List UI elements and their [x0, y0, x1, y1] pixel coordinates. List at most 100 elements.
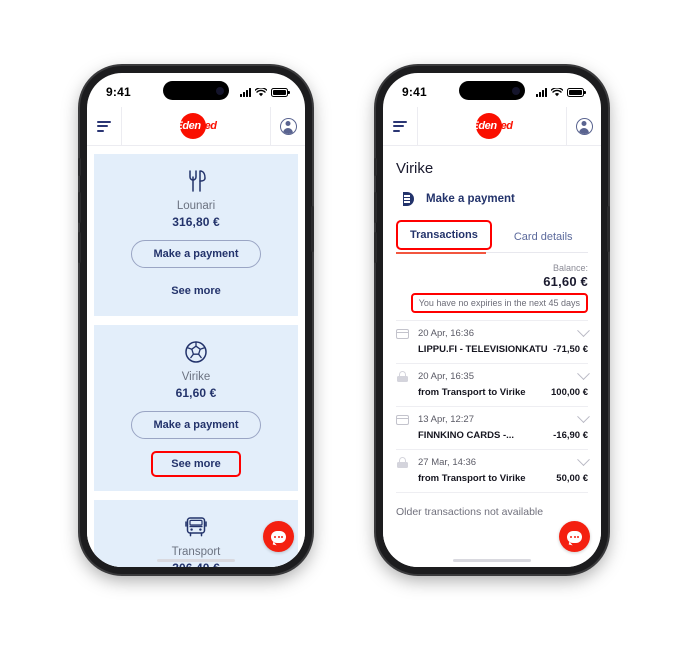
- brand-logo[interactable]: Edenred: [418, 107, 566, 145]
- power-button[interactable]: [311, 206, 314, 252]
- tab-card-details[interactable]: Card details: [502, 224, 585, 250]
- app-header: Edenred: [87, 107, 305, 146]
- volume-up-button[interactable]: [78, 192, 81, 223]
- transaction-amount: -71,50 €: [553, 344, 588, 355]
- dynamic-island: [459, 81, 525, 100]
- phone-screen-home: 9:41 Edenred Lounari 316,80 € Make a pay…: [87, 73, 305, 567]
- transaction-description: from Transport to Virike: [418, 473, 526, 484]
- wallet-card-amount: 316,80 €: [172, 215, 220, 229]
- home-indicator: [453, 558, 531, 562]
- cellular-bars-icon: [240, 87, 251, 97]
- user-avatar-icon: [575, 117, 593, 135]
- transaction-amount: 100,00 €: [551, 387, 588, 398]
- chevron-down-icon[interactable]: [577, 367, 590, 381]
- chat-support-button[interactable]: [559, 521, 590, 552]
- battery-icon: [271, 87, 290, 97]
- status-time: 9:41: [402, 85, 427, 99]
- status-time: 9:41: [106, 85, 131, 99]
- balance-block: Balance: 61,60 €: [396, 263, 588, 289]
- logo-text-white: Eden: [471, 119, 497, 132]
- logo-text-red: red: [200, 119, 217, 132]
- transaction-amount: -16,90 €: [553, 430, 588, 441]
- tab-underline: [396, 251, 588, 254]
- hamburger-menu-icon: [97, 120, 111, 132]
- front-camera-icon: [512, 86, 520, 95]
- chevron-down-icon[interactable]: [577, 453, 590, 467]
- transaction-date: 20 Apr, 16:35: [418, 371, 474, 382]
- phone-mockup-detail: 9:41 Edenred Virike Make a payment Trans…: [374, 66, 610, 574]
- wallet-card-amount: 61,60 €: [175, 386, 217, 400]
- wallet-card-name: Transport: [171, 546, 221, 558]
- transaction-amount: 50,00 €: [556, 473, 588, 484]
- card-icon: [396, 414, 409, 425]
- transaction-description: FINNKINO CARDS -...: [418, 430, 515, 441]
- see-more-button[interactable]: See more: [153, 280, 239, 302]
- transaction-description: from Transport to Virike: [418, 387, 526, 398]
- status-icons: [536, 87, 586, 97]
- older-transactions-note: Older transactions not available: [396, 492, 588, 518]
- brand-logo[interactable]: Edenred: [122, 107, 270, 145]
- tab-active-indicator: [396, 251, 486, 254]
- status-bar: 9:41: [87, 73, 305, 107]
- battery-icon: [567, 87, 586, 97]
- silent-switch[interactable]: [78, 158, 81, 176]
- logo-wordmark: Edenred: [175, 119, 217, 132]
- make-a-payment-button[interactable]: Make a payment: [130, 411, 262, 439]
- profile-button[interactable]: [566, 107, 601, 145]
- transaction-list[interactable]: 20 Apr, 16:36 LIPPU.FI - TELEVISIONKATU …: [396, 320, 590, 492]
- cellular-bars-icon: [536, 87, 547, 97]
- app-header: Edenred: [383, 107, 601, 146]
- tab-transactions[interactable]: Transactions: [396, 220, 492, 250]
- chevron-down-icon[interactable]: [577, 410, 590, 424]
- chevron-down-icon[interactable]: [577, 324, 590, 338]
- football-icon: [104, 339, 288, 365]
- transaction-row[interactable]: 27 Mar, 14:36 from Transport to Virike 5…: [396, 449, 590, 492]
- transaction-date: 20 Apr, 16:36: [418, 328, 474, 339]
- profile-button[interactable]: [270, 107, 305, 145]
- volume-down-button[interactable]: [78, 232, 81, 263]
- cutlery-icon: [104, 168, 288, 194]
- transaction-row[interactable]: 20 Apr, 16:35 from Transport to Virike 1…: [396, 363, 590, 406]
- balance-value: 61,60 €: [543, 274, 588, 289]
- card-icon: [396, 328, 409, 339]
- power-button[interactable]: [607, 206, 610, 252]
- transaction-date: 27 Mar, 14:36: [418, 457, 477, 468]
- chat-bubble-icon: [567, 530, 582, 543]
- wifi-icon: [255, 87, 267, 96]
- volume-down-button[interactable]: [374, 232, 377, 263]
- volume-up-button[interactable]: [374, 192, 377, 223]
- wallet-card-name: Virike: [181, 371, 211, 383]
- silent-switch[interactable]: [374, 158, 377, 176]
- status-icons: [240, 87, 290, 97]
- tab-bar: Transactions Card details: [396, 220, 588, 254]
- make-a-payment-button[interactable]: Make a payment: [130, 240, 262, 268]
- logo-text-red: red: [496, 119, 513, 132]
- card-detail-view: Virike Make a payment Transactions Card …: [383, 146, 601, 567]
- status-bar: 9:41: [383, 73, 601, 107]
- lock-transfer-icon: [396, 457, 409, 468]
- home-indicator: [157, 558, 235, 562]
- make-a-payment-action[interactable]: Make a payment: [401, 192, 588, 206]
- make-a-payment-label: Make a payment: [426, 193, 515, 205]
- menu-button[interactable]: [383, 107, 418, 145]
- transaction-row[interactable]: 13 Apr, 12:27 FINNKINO CARDS -... -16,90…: [396, 406, 590, 449]
- phone-screen-detail: 9:41 Edenred Virike Make a payment Trans…: [383, 73, 601, 567]
- page-title: Virike: [396, 160, 434, 177]
- wallet-card-lounari[interactable]: Lounari 316,80 € Make a payment See more: [94, 154, 298, 316]
- chat-support-button[interactable]: [263, 521, 294, 552]
- home-card-list[interactable]: Lounari 316,80 € Make a payment See more: [87, 146, 305, 567]
- balance-label: Balance:: [552, 263, 588, 273]
- transaction-row[interactable]: 20 Apr, 16:36 LIPPU.FI - TELEVISIONKATU …: [396, 320, 590, 363]
- logo-wordmark: Edenred: [471, 119, 513, 132]
- menu-button[interactable]: [87, 107, 122, 145]
- front-camera-icon: [216, 86, 224, 95]
- wifi-icon: [551, 87, 563, 96]
- see-more-button-highlighted[interactable]: See more: [151, 451, 241, 477]
- hamburger-menu-icon: [393, 120, 407, 132]
- wallet-card-virike[interactable]: Virike 61,60 € Make a payment See more: [94, 325, 298, 491]
- chat-bubble-icon: [271, 530, 286, 543]
- screenshot-canvas: 9:41 Edenred Lounari 316,80 € Make a pay…: [0, 0, 688, 645]
- transaction-description: LIPPU.FI - TELEVISIONKATU 4 A,...: [418, 344, 549, 355]
- user-avatar-icon: [279, 117, 297, 135]
- dynamic-island: [163, 81, 229, 100]
